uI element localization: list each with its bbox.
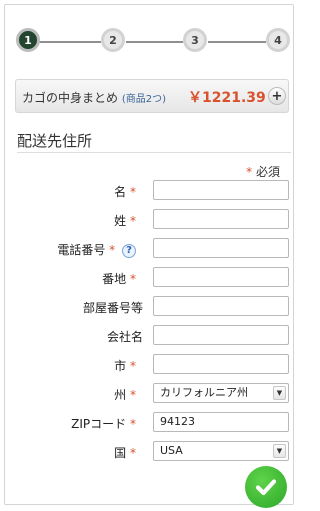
required-label: 必須 [255,165,280,179]
check-icon [255,479,277,496]
cart-total-price: ￥1221.39 [188,90,266,106]
required-marker: * [130,388,136,402]
required-marker: * [109,243,116,257]
step-connector [126,41,183,43]
field-label-text: 姓 [114,214,127,228]
checkout-stepper: 1 2 3 4 [13,25,291,59]
required-marker: * [130,185,136,199]
field-label-text: 会社名 [106,330,143,344]
city-input[interactable] [153,354,289,374]
country-label: 国 * [114,444,136,461]
state-label: 州 * [114,386,136,403]
field-label-text: 番地 [102,272,127,286]
last-name-input[interactable] [153,209,289,229]
state-selected-value: カリフォルニア州 [160,386,248,399]
field-label-text: 市 [114,359,127,373]
question-icon[interactable]: ? [122,243,136,258]
step-3[interactable]: 3 [183,28,207,52]
street-input[interactable] [153,267,289,287]
expand-cart-button[interactable]: + [268,87,286,105]
country-select[interactable]: USA ▼ [153,441,289,461]
first-name-input[interactable] [153,180,289,200]
step-connector [39,41,101,43]
step-connector [208,41,266,43]
zip-label: ZIPコード * [71,415,136,432]
shipping-address-heading: 配送先住所 [17,132,93,150]
required-note: * 必須 [246,163,280,180]
cart-title-text: カゴの中身まとめ [22,91,119,105]
cart-summary-title: カゴの中身まとめ (商品2つ) [22,89,166,106]
last-name-label: 姓 * [114,212,136,229]
apartment-label: 部屋番号等 [83,299,143,316]
divider [17,152,291,153]
phone-label: 電話番号 * ? [57,241,136,258]
company-label: 会社名 [107,328,143,345]
required-marker: * [130,446,136,460]
city-label: 市 * [114,357,136,374]
required-marker: * [130,359,136,373]
country-selected-value: USA [160,444,183,457]
submit-button[interactable] [245,466,287,508]
step-1[interactable]: 1 [16,28,40,52]
field-label-text: 州 [114,388,127,402]
apartment-input[interactable] [153,296,289,316]
state-select[interactable]: カリフォルニア州 ▼ [153,383,289,403]
zip-input[interactable]: 94123 [153,412,289,432]
field-label-text: 部屋番号等 [82,301,143,315]
required-marker: * [130,214,136,228]
cart-summary[interactable]: カゴの中身まとめ (商品2つ) ￥1221.39 + [15,79,289,113]
field-label-text: 名 [114,185,127,199]
company-input[interactable] [153,325,289,345]
required-marker: * [130,272,136,286]
required-marker: * [246,165,253,179]
chevron-down-icon[interactable]: ▼ [273,444,286,458]
field-label-text: ZIPコード [71,417,127,431]
field-label-text: 国 [114,446,127,460]
chevron-down-icon[interactable]: ▼ [273,386,286,400]
phone-input[interactable] [153,238,289,258]
field-label-text: 電話番号 [57,243,106,257]
first-name-label: 名 * [114,183,136,200]
street-label: 番地 * [102,270,136,287]
step-4[interactable]: 4 [266,28,290,52]
cart-item-count: (商品2つ) [121,94,167,105]
step-2[interactable]: 2 [101,28,125,52]
checkout-panel: 1 2 3 4 カゴの中身まとめ (商品2つ) ￥1221.39 + 配送先住所… [4,4,294,508]
required-marker: * [130,417,136,431]
